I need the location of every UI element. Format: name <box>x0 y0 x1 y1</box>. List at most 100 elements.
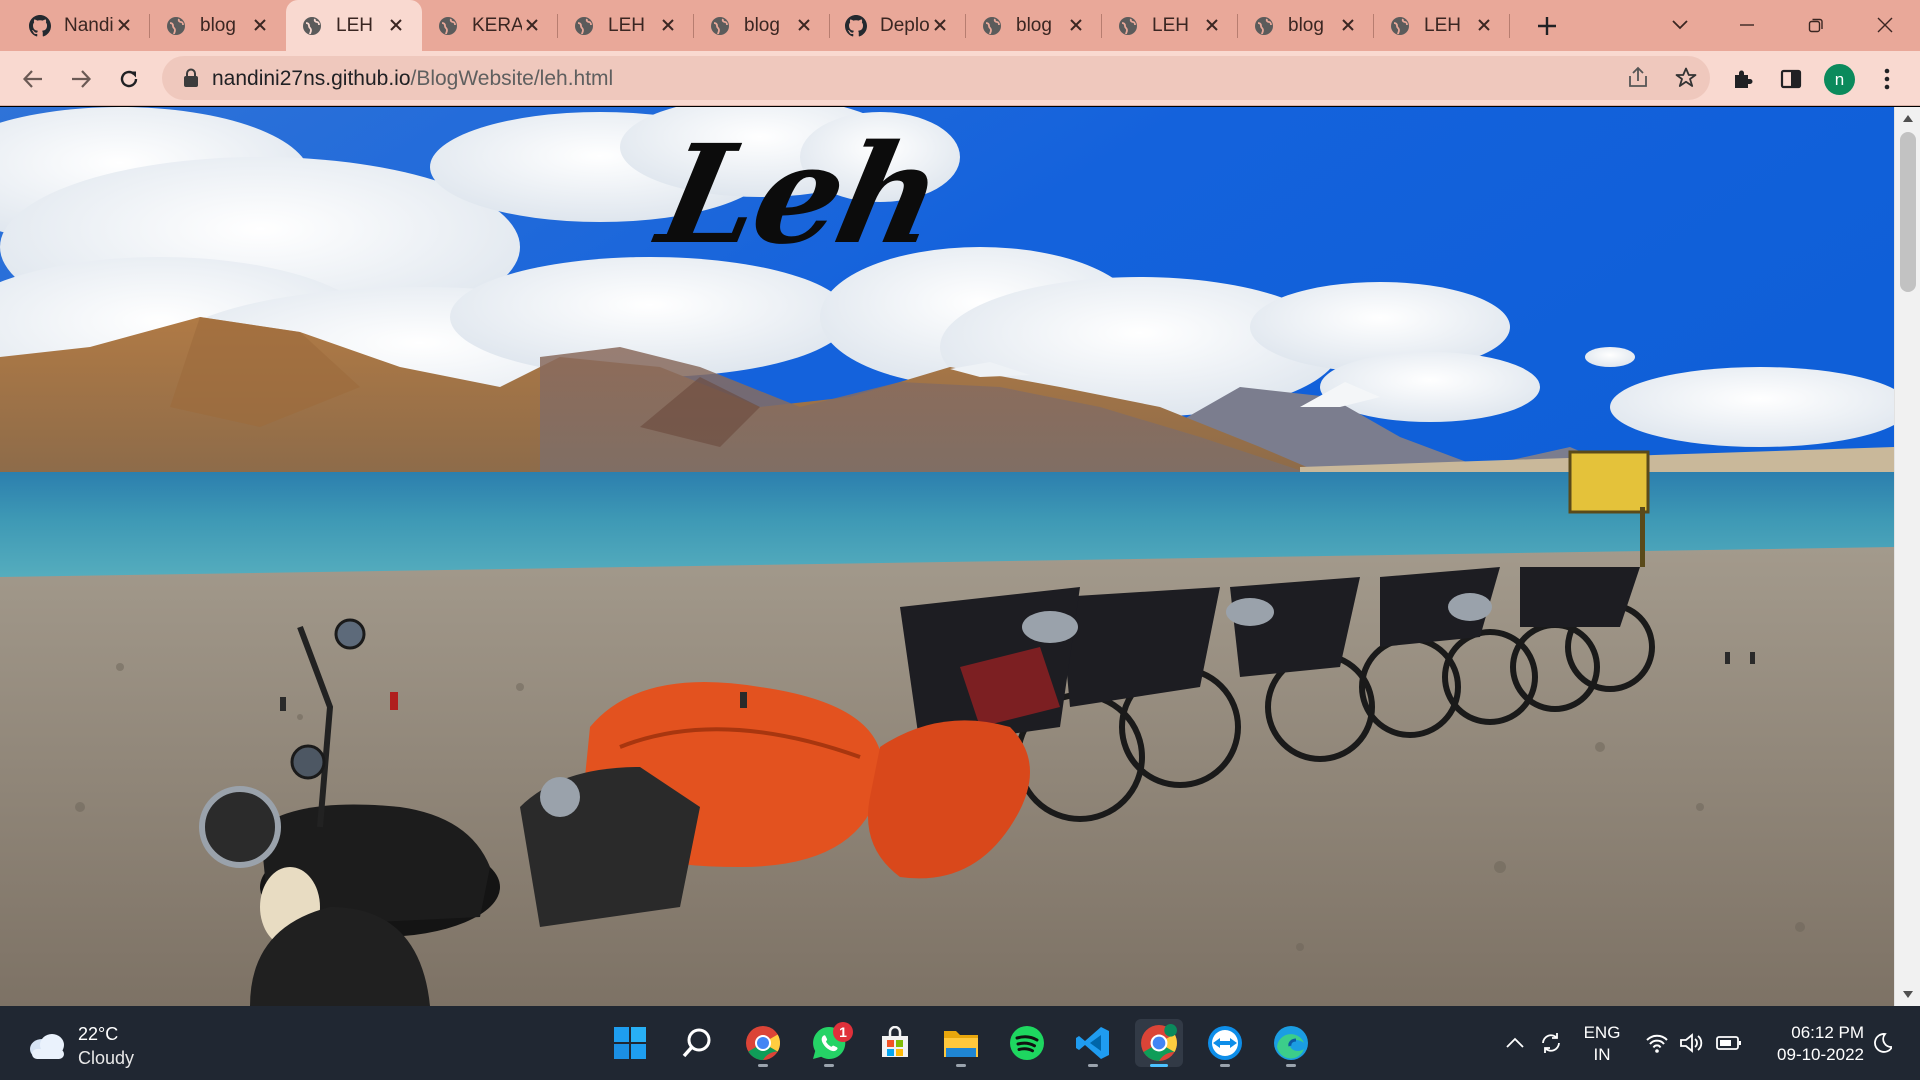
close-icon[interactable] <box>1064 13 1088 37</box>
kebab-menu-icon <box>1884 68 1890 90</box>
sync-icon[interactable] <box>1538 1030 1564 1056</box>
taskbar-edge[interactable] <box>1267 1019 1315 1067</box>
globe-icon <box>300 14 324 38</box>
github-icon <box>844 14 868 38</box>
close-icon[interactable] <box>928 13 952 37</box>
close-icon[interactable] <box>1472 13 1496 37</box>
taskbar-whatsapp[interactable]: 1 <box>805 1019 853 1067</box>
close-icon[interactable] <box>1200 13 1224 37</box>
weather-widget[interactable]: 22°C Cloudy <box>26 1022 134 1070</box>
chrome-icon <box>1141 1024 1177 1061</box>
tab-deploy[interactable]: Deploy <box>830 0 966 51</box>
tab-title: Deploy <box>880 14 930 36</box>
clock-time: 06:12 PM <box>1791 1023 1864 1042</box>
battery-icon[interactable] <box>1716 1030 1742 1056</box>
taskbar-file-explorer[interactable] <box>937 1019 985 1067</box>
scroll-up-arrow-icon[interactable] <box>1901 111 1915 125</box>
store-icon <box>882 1026 908 1057</box>
tab-title: Nandini <box>64 14 114 36</box>
search-icon <box>682 1028 711 1058</box>
close-icon[interactable] <box>384 13 408 37</box>
tab-title: blog <box>1016 14 1052 36</box>
close-icon <box>1877 17 1893 33</box>
tab-blog[interactable]: blog <box>1238 0 1374 51</box>
taskbar-chrome-profile[interactable] <box>1135 1019 1183 1067</box>
close-icon[interactable] <box>248 13 272 37</box>
windows-icon <box>614 1027 646 1059</box>
tab-blog[interactable]: blog <box>966 0 1102 51</box>
tab-leh[interactable]: LEH <box>558 0 694 51</box>
taskbar-spotify[interactable] <box>1003 1019 1051 1067</box>
teamviewer-icon <box>1208 1026 1242 1060</box>
globe-icon <box>1388 14 1412 38</box>
clock[interactable]: 06:12 PM 09-10-2022 <box>1754 1022 1864 1066</box>
side-panel-icon <box>1780 69 1802 89</box>
tab-title: LEH <box>336 14 373 36</box>
tab-blog[interactable]: blog <box>694 0 830 51</box>
page-title: Leh <box>647 115 954 275</box>
folder-icon <box>944 1031 978 1057</box>
chrome-icon <box>746 1026 780 1060</box>
tab-blog[interactable]: blog <box>150 0 286 51</box>
volume-icon[interactable] <box>1678 1030 1704 1056</box>
reload-button[interactable] <box>110 60 148 98</box>
back-button[interactable] <box>14 60 52 98</box>
close-icon[interactable] <box>656 13 680 37</box>
language-indicator[interactable]: ENG IN <box>1582 1022 1622 1066</box>
tab-title: LEH <box>1424 14 1461 36</box>
scroll-down-arrow-icon[interactable] <box>1901 988 1915 1002</box>
tab-title: blog <box>744 14 780 36</box>
wifi-icon[interactable] <box>1644 1030 1670 1056</box>
tab-kerala[interactable]: KERALA <box>422 0 558 51</box>
chevron-up-icon[interactable] <box>1502 1030 1528 1056</box>
scrollbar-thumb[interactable] <box>1900 132 1916 292</box>
close-window-button[interactable] <box>1865 8 1905 42</box>
chrome-menu-button[interactable] <box>1868 60 1906 98</box>
side-panel-button[interactable] <box>1772 60 1810 98</box>
tab-title: LEH <box>1152 14 1189 36</box>
minimize-button[interactable] <box>1727 8 1767 42</box>
address-bar[interactable]: nandini27ns.github.io/BlogWebsite/leh.ht… <box>162 56 1710 100</box>
close-icon[interactable] <box>112 13 136 37</box>
url-host: nandini27ns.github.io <box>212 67 411 90</box>
windows-taskbar: 22°C Cloudy 1 ENG IN 06:12 PM 09-10-2022 <box>0 1006 1920 1080</box>
taskbar-search-button[interactable] <box>673 1019 721 1067</box>
extensions-button[interactable] <box>1724 60 1762 98</box>
taskbar-store[interactable] <box>871 1019 919 1067</box>
tab-title: KERALA <box>472 14 522 36</box>
close-icon[interactable] <box>1336 13 1360 37</box>
new-tab-button[interactable] <box>1532 11 1562 41</box>
restore-button[interactable] <box>1796 8 1836 42</box>
tab-search-button[interactable] <box>1660 8 1700 42</box>
start-button[interactable] <box>606 1019 654 1067</box>
puzzle-icon <box>1735 70 1753 88</box>
bookmark-star-icon[interactable] <box>1672 64 1700 92</box>
globe-icon <box>1252 14 1276 38</box>
do-not-disturb-moon-icon[interactable] <box>1868 1030 1894 1056</box>
taskbar-teamviewer[interactable] <box>1201 1019 1249 1067</box>
taskbar-vscode[interactable] <box>1069 1019 1117 1067</box>
lock-icon[interactable] <box>180 67 202 89</box>
forward-button[interactable] <box>62 60 100 98</box>
close-icon[interactable] <box>520 13 544 37</box>
edge-icon <box>1274 1026 1308 1060</box>
close-icon[interactable] <box>792 13 816 37</box>
vscode-icon <box>1076 1027 1109 1059</box>
tab-nandini[interactable]: Nandini <box>14 0 150 51</box>
globe-icon <box>164 14 188 38</box>
page-scrollbar[interactable] <box>1894 107 1920 1006</box>
tab-leh[interactable]: LEH <box>1102 0 1238 51</box>
region-code: IN <box>1593 1045 1611 1064</box>
globe-icon <box>708 14 732 38</box>
arrow-right-icon <box>72 70 92 88</box>
arrow-left-icon <box>22 70 42 88</box>
plus-icon <box>1538 17 1556 35</box>
share-icon[interactable] <box>1624 64 1652 92</box>
spotify-icon <box>1010 1026 1044 1060</box>
tab-leh[interactable]: LEH <box>1374 0 1510 51</box>
taskbar-chrome[interactable] <box>739 1019 787 1067</box>
url-text[interactable]: nandini27ns.github.io/BlogWebsite/leh.ht… <box>212 67 613 91</box>
tab-leh-active[interactable]: LEH <box>286 0 422 51</box>
tab-list: Nandini blog LEH KERALA <box>14 0 1510 51</box>
profile-avatar[interactable]: n <box>1824 64 1855 95</box>
